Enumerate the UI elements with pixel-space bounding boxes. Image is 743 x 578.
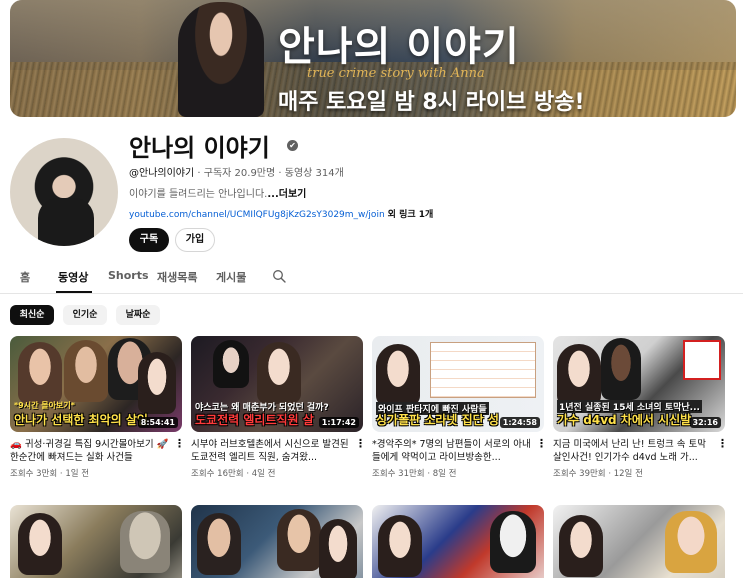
thumbnail-person <box>213 340 249 388</box>
video-duration: 1:24:58 <box>499 417 540 428</box>
video-thumbnail[interactable] <box>10 505 182 578</box>
video-card[interactable] <box>553 505 725 578</box>
subscribe-button[interactable]: 구독 <box>129 228 169 252</box>
channel-avatar[interactable] <box>10 138 118 246</box>
search-icon[interactable] <box>272 269 286 283</box>
view-count: 조회수 31만회 <box>372 469 425 479</box>
thumbnail-host <box>319 519 357 578</box>
video-card[interactable]: *9시간 몰아보기* 안나가 선택한 최악의 살인 8:54:41 🚗 귀성·귀… <box>10 336 185 479</box>
video-card[interactable]: 와이프 판타지에 빠진 사람들 싱가폴판 소라넷 집단 성 1:24:58 *경… <box>372 336 547 479</box>
extra-links[interactable]: 외 링크 1개 <box>388 210 434 220</box>
thumbnail-tag: *9시간 몰아보기* <box>14 401 75 410</box>
video-stats: 조회수 39만회 · 12일 전 <box>553 467 643 479</box>
tab-playlists[interactable]: 재생목록 <box>157 269 197 285</box>
verified-icon: ✔ <box>287 140 298 151</box>
active-tab-indicator <box>56 291 92 293</box>
tab-home[interactable]: 홈 <box>20 269 30 285</box>
meta-separator: · <box>59 469 63 479</box>
thumbnail-host <box>559 515 603 577</box>
description-text: 이야기를 들려드리는 안나입니다. <box>129 189 268 200</box>
thumbnail-person <box>665 511 717 573</box>
thumbnail-person <box>277 509 321 571</box>
video-stats: 조회수 3만회 · 1일 전 <box>10 467 89 479</box>
meta-separator: · <box>278 168 282 179</box>
thumbnail-host <box>378 515 422 577</box>
video-title[interactable]: 시부야 러브호텔촌에서 시신으로 발견된 도쿄전력 엘리트 직원, 숨겨왔... <box>191 438 351 464</box>
video-stats: 조회수 16만회 · 4일 전 <box>191 467 276 479</box>
video-count: 동영상 314개 <box>284 168 344 179</box>
join-button[interactable]: 가입 <box>175 228 215 252</box>
thumbnail-person <box>197 513 241 575</box>
video-duration: 8:54:41 <box>137 417 178 428</box>
video-thumbnail[interactable]: 1년전 실종된 15세 소녀의 토막난... 가수 d4vd 차에서 시신발 3… <box>553 336 725 432</box>
thumbnail-host <box>257 342 301 404</box>
video-title[interactable]: *경악주의* 7명의 남편들이 서로의 아내들에게 약먹이고 라이브방송한... <box>372 438 532 464</box>
meta-separator: · <box>427 469 431 479</box>
video-card[interactable] <box>372 505 544 578</box>
upload-age: 8일 전 <box>432 469 457 479</box>
thumbnail-host <box>18 513 62 575</box>
more-link[interactable]: ...더보기 <box>267 189 306 200</box>
banner-host-portrait <box>178 2 264 117</box>
tab-videos[interactable]: 동영상 <box>58 269 88 285</box>
more-options-icon[interactable]: ⋮ <box>717 437 728 451</box>
video-thumbnail[interactable] <box>191 505 363 578</box>
video-stats: 조회수 31만회 · 8일 전 <box>372 467 457 479</box>
meta-separator: · <box>608 469 612 479</box>
thumbnail-inset <box>683 340 721 380</box>
channel-description[interactable]: 이야기를 들려드리는 안나입니다....더보기 <box>129 185 306 200</box>
upload-age: 4일 전 <box>251 469 276 479</box>
channel-meta: @안나의이야기 · 구독자 20.9만명 · 동영상 314개 <box>129 164 344 179</box>
video-card[interactable] <box>10 505 182 578</box>
view-count: 조회수 39만회 <box>553 469 606 479</box>
chip-latest[interactable]: 최신순 <box>10 305 54 325</box>
thumbnail-host <box>557 344 601 406</box>
channel-tabs: 홈 동영상 Shorts 재생목록 게시물 <box>0 262 743 294</box>
thumbnail-person <box>18 342 62 404</box>
meta-separator: · <box>246 469 250 479</box>
more-options-icon[interactable]: ⋮ <box>355 437 366 451</box>
thumbnail-person <box>601 338 641 400</box>
more-options-icon[interactable]: ⋮ <box>174 437 185 451</box>
video-duration: 1:17:42 <box>318 417 359 428</box>
video-card[interactable]: 야스코는 왜 매춘부가 되었던 걸까? 도쿄전력 엘리트직원 살 1:17:42… <box>191 336 366 479</box>
view-count: 조회수 3만회 <box>10 469 58 479</box>
video-title[interactable]: 지금 미국에서 난리 난! 트렁크 속 토막살인사건! 인기가수 d4vd 노래… <box>553 438 713 464</box>
chip-popular[interactable]: 인기순 <box>63 305 107 325</box>
thumbnail-person <box>64 340 108 402</box>
banner-title: 안나의 이야기 <box>278 24 520 70</box>
tab-shorts[interactable]: Shorts <box>108 269 149 282</box>
upload-age: 1일 전 <box>65 469 90 479</box>
thumbnail-person <box>120 511 170 573</box>
video-title[interactable]: 🚗 귀성·귀경길 특집 9시간몰아보기 🚀 한순간에 빠져드는 실화 사건들 <box>10 438 170 464</box>
video-duration: 32:16 <box>689 417 721 428</box>
tab-posts[interactable]: 게시물 <box>216 269 246 285</box>
channel-link-row[interactable]: youtube.com/channel/UCMIlQFUg8jKzG2sY302… <box>129 207 433 220</box>
upload-age: 12일 전 <box>613 469 643 479</box>
thumbnail-diagram <box>430 342 536 398</box>
banner-live-notice: 매주 토요일 밤 8시 라이브 방송! <box>278 90 585 115</box>
more-options-icon[interactable]: ⋮ <box>536 437 547 451</box>
avatar-figure <box>38 198 94 246</box>
video-thumbnail[interactable] <box>372 505 544 578</box>
meta-separator: · <box>197 168 201 179</box>
banner-subtitle: true crime story with Anna <box>307 66 485 81</box>
video-thumbnail[interactable]: *9시간 몰아보기* 안나가 선택한 최악의 살인 8:54:41 <box>10 336 182 432</box>
channel-handle: @안나의이야기 <box>129 168 195 179</box>
view-count: 조회수 16만회 <box>191 469 244 479</box>
channel-banner: 안나의 이야기 true crime story with Anna 매주 토요… <box>10 0 736 117</box>
video-thumbnail[interactable]: 와이프 판타지에 빠진 사람들 싱가폴판 소라넷 집단 성 1:24:58 <box>372 336 544 432</box>
channel-name: 안나의 이야기 <box>129 134 270 162</box>
video-thumbnail[interactable]: 야스코는 왜 매춘부가 되었던 걸까? 도쿄전력 엘리트직원 살 1:17:42 <box>191 336 363 432</box>
chip-oldest[interactable]: 날짜순 <box>116 305 160 325</box>
channel-link[interactable]: youtube.com/channel/UCMIlQFUg8jKzG2sY302… <box>129 210 385 220</box>
subscriber-count: 구독자 20.9만명 <box>203 168 276 179</box>
video-card[interactable]: 1년전 실종된 15세 소녀의 토막난... 가수 d4vd 차에서 시신발 3… <box>553 336 728 479</box>
video-thumbnail[interactable] <box>553 505 725 578</box>
thumbnail-person <box>490 511 536 573</box>
thumbnail-host <box>138 352 176 414</box>
thumbnail-host <box>376 344 420 406</box>
video-card[interactable] <box>191 505 363 578</box>
